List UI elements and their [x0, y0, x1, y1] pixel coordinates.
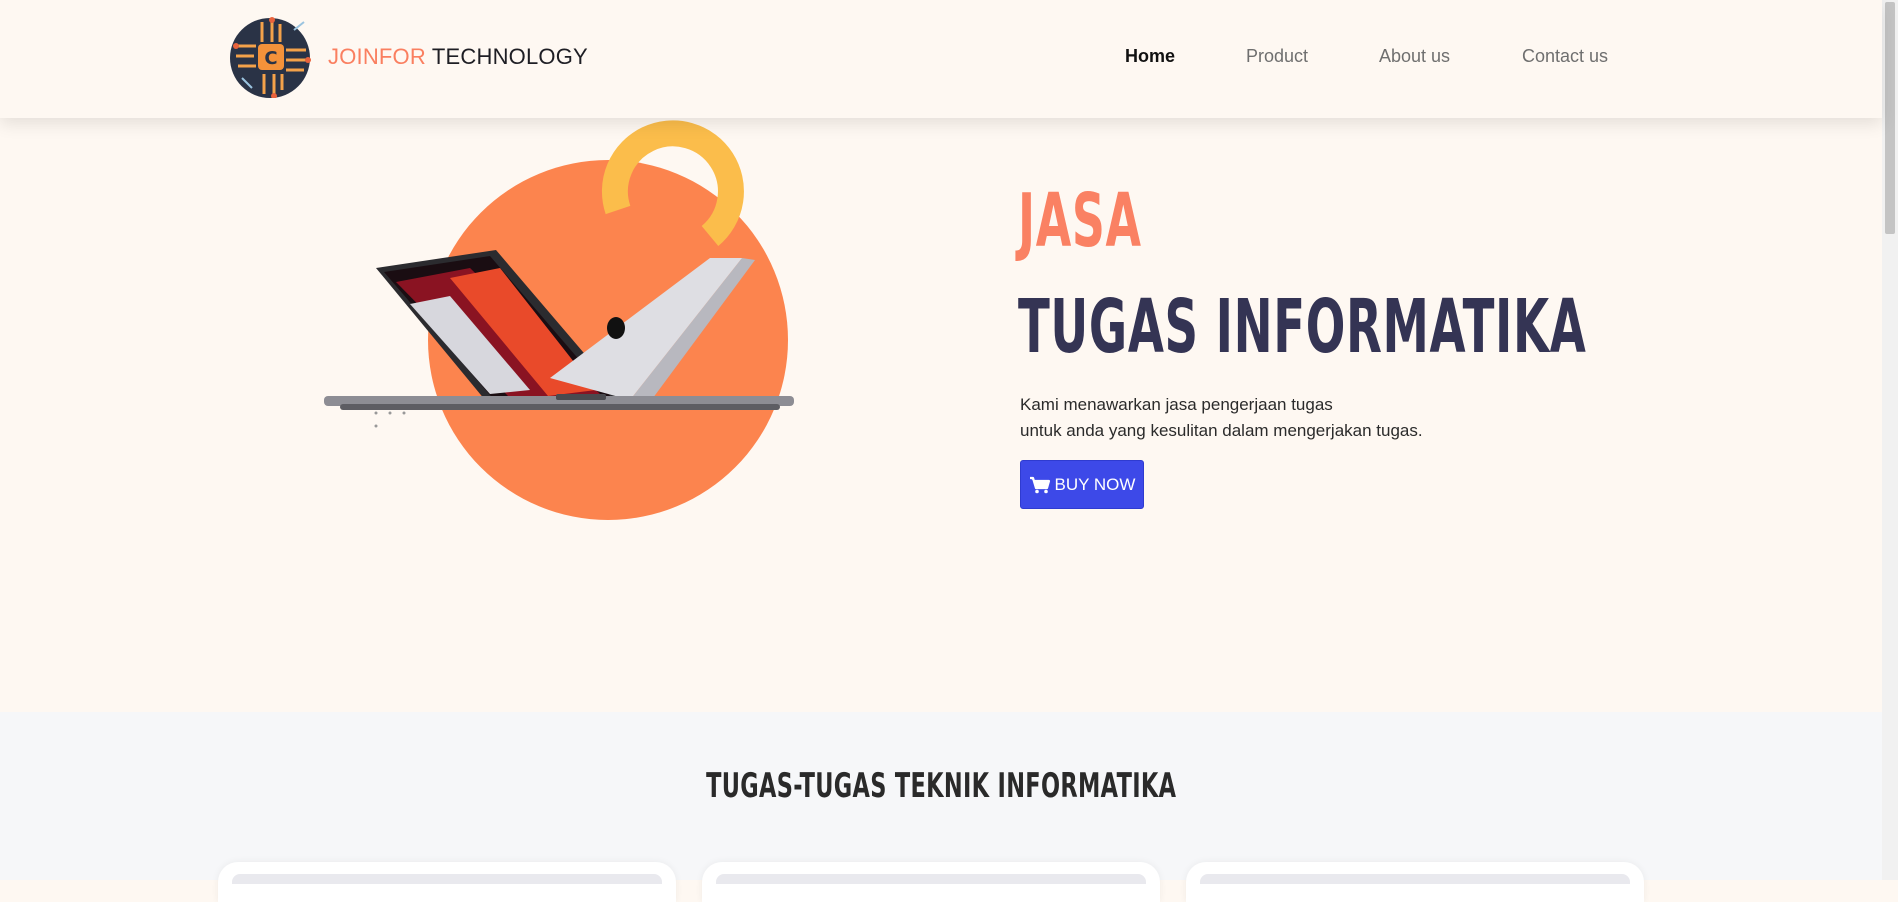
- hero-desc-line2: untuk anda yang kesulitan dalam mengerja…: [1020, 421, 1423, 440]
- site-header: C JOINFOR TECHNOLOGY Home Product About …: [0, 0, 1882, 118]
- nav-contact-us[interactable]: Contact us: [1522, 46, 1608, 67]
- hero-title-main: TUGAS INFORMATIKA: [1018, 284, 1587, 370]
- brand-rest: TECHNOLOGY: [431, 44, 588, 69]
- section-title: TUGAS-TUGAS TEKNIK INFORMATIKA: [0, 766, 1882, 806]
- scrollbar-thumb[interactable]: [1885, 2, 1895, 234]
- joinfor-logo-icon[interactable]: C: [228, 16, 314, 98]
- nav-home[interactable]: Home: [1125, 46, 1175, 67]
- services-section: TUGAS-TUGAS TEKNIK INFORMATIKA: [0, 712, 1882, 902]
- page-scrollbar[interactable]: [1882, 0, 1898, 880]
- laptop-illustration: [324, 120, 794, 520]
- nav-about-us[interactable]: About us: [1379, 46, 1450, 67]
- hero-title-jasa: JASA: [1018, 178, 1142, 264]
- buy-now-button[interactable]: BUY NOW: [1020, 460, 1144, 509]
- card-image: [1200, 874, 1630, 884]
- card-image: [232, 874, 662, 884]
- svg-text:C: C: [264, 48, 277, 69]
- buy-now-label: BUY NOW: [1054, 474, 1136, 494]
- brand-name[interactable]: JOINFOR TECHNOLOGY: [328, 44, 588, 70]
- service-card[interactable]: [702, 862, 1160, 902]
- card-image: [716, 874, 1146, 884]
- hero-description: Kami menawarkan jasa pengerjaan tugas un…: [1020, 392, 1423, 444]
- brand-accent: JOINFOR: [328, 44, 426, 69]
- section-title-text: TUGAS-TUGAS TEKNIK INFORMATIKA: [705, 766, 1177, 806]
- hero-desc-line1: Kami menawarkan jasa pengerjaan tugas: [1020, 395, 1333, 414]
- cart-icon: [1029, 476, 1050, 493]
- service-card[interactable]: [1186, 862, 1644, 902]
- service-card[interactable]: [218, 862, 676, 902]
- nav-product[interactable]: Product: [1246, 46, 1308, 67]
